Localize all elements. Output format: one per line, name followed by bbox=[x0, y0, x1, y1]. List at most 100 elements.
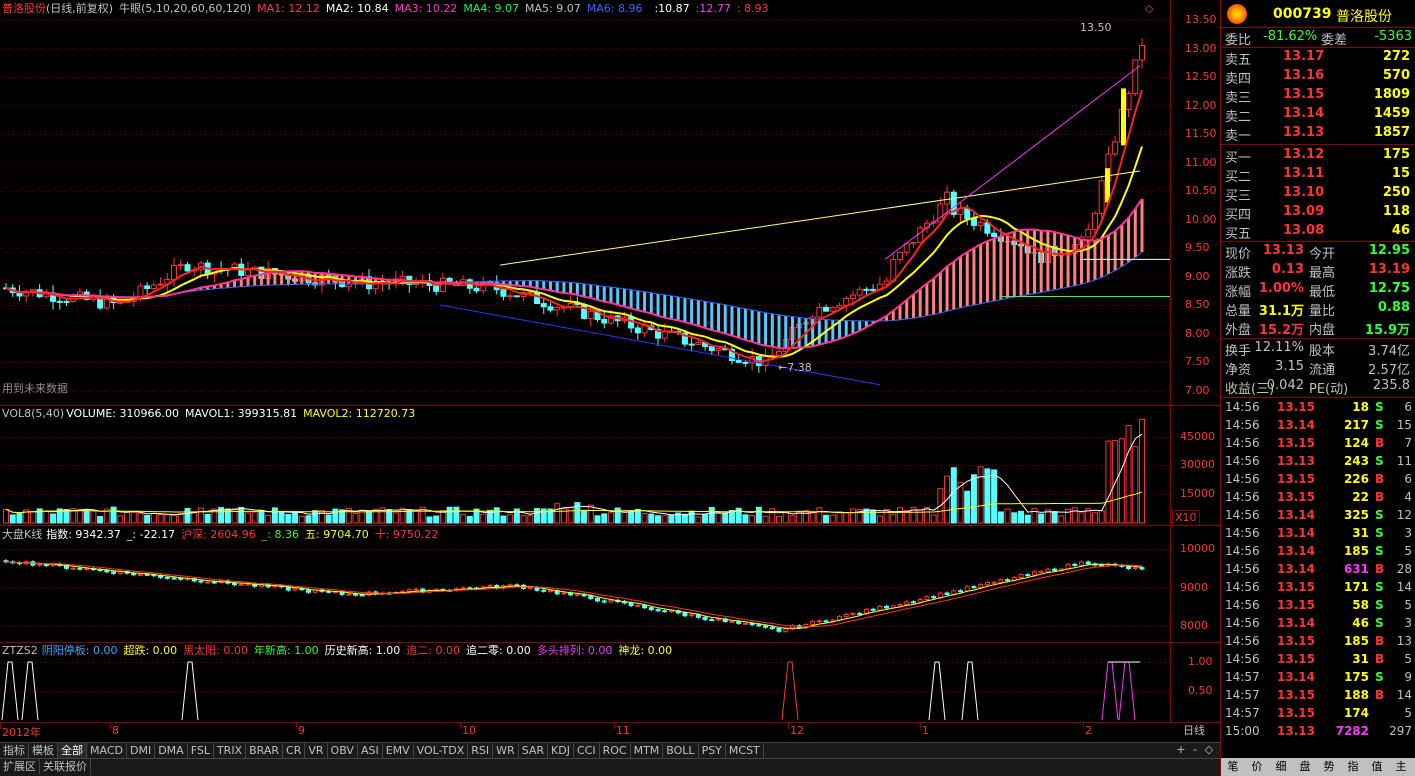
quote-tab[interactable]: 笔 bbox=[1221, 758, 1245, 776]
indicator-tab[interactable]: PSY bbox=[699, 743, 726, 759]
period-label[interactable]: 日线 bbox=[1183, 724, 1205, 738]
volume-bar bbox=[164, 514, 171, 524]
quote-tab[interactable]: 主 bbox=[1389, 758, 1413, 776]
candle-body bbox=[776, 351, 783, 356]
price-axis-label: 7.00 bbox=[1185, 383, 1210, 397]
tick-volume: 22 bbox=[1352, 490, 1369, 504]
quote-tab[interactable]: 细 bbox=[1269, 758, 1293, 776]
indicator-tab[interactable]: 指标 bbox=[0, 743, 29, 759]
index-candle-body bbox=[1139, 567, 1145, 570]
indicator-tab[interactable]: EMV bbox=[383, 743, 414, 759]
tick-time: 14:56 bbox=[1225, 454, 1260, 468]
indicator-tab[interactable]: KDJ bbox=[548, 743, 574, 759]
indicator-tab[interactable]: BRAR bbox=[246, 743, 284, 759]
index-candle-body bbox=[716, 618, 722, 621]
logo-icon bbox=[1227, 4, 1247, 24]
volume-bar bbox=[802, 510, 809, 524]
chart-area[interactable]: 普洛股份(日线,前复权) 牛眼(5,10,20,60,60,120) MA1: 12… bbox=[0, 0, 1220, 742]
indicator-tab[interactable]: CCI bbox=[574, 743, 600, 759]
zoom-button[interactable]: + bbox=[1174, 743, 1188, 756]
volume-bar bbox=[150, 512, 157, 524]
volume-bar bbox=[930, 514, 937, 524]
zoom-button[interactable]: ◇ bbox=[1202, 743, 1216, 756]
sell-row: 卖四 13.16 570 bbox=[1221, 67, 1415, 87]
volume-bar bbox=[607, 512, 614, 524]
volume-bar bbox=[769, 508, 776, 524]
indicator-tab[interactable]: 全部 bbox=[58, 743, 87, 759]
indicator-tab[interactable]: VR bbox=[305, 743, 328, 759]
volume-bar bbox=[90, 510, 97, 524]
price-chart[interactable] bbox=[0, 0, 1220, 742]
index-candle-body bbox=[588, 595, 594, 600]
volume-bar bbox=[843, 512, 850, 524]
volume-bar bbox=[426, 516, 433, 524]
signal-item: 神龙: 0.00 bbox=[618, 644, 673, 657]
indicator-tab[interactable]: SAR bbox=[519, 743, 549, 759]
indicator-tab[interactable]: FSL bbox=[188, 743, 214, 759]
index-axis-label: 8000 bbox=[1180, 619, 1208, 632]
signal-title: ZTZS2 bbox=[2, 644, 38, 657]
volume-bar bbox=[1004, 508, 1011, 524]
price-axis-label: 12.00 bbox=[1185, 98, 1217, 112]
candle-body bbox=[372, 283, 379, 290]
book-volume: 1857 bbox=[1373, 125, 1410, 140]
diff-value: -5363 bbox=[1374, 29, 1412, 44]
quote-tab[interactable]: 指 bbox=[1341, 758, 1365, 776]
stat-label: 股本 bbox=[1309, 344, 1336, 359]
indicator-tab[interactable]: MACD bbox=[87, 743, 127, 759]
tick-time: 14:56 bbox=[1225, 418, 1260, 432]
price-axis-label: 9.00 bbox=[1185, 269, 1210, 283]
limit-up-bar bbox=[1121, 88, 1126, 146]
book-volume: 118 bbox=[1382, 204, 1410, 219]
indicator-tab[interactable]: MCST bbox=[726, 743, 764, 759]
indicator-tab[interactable]: MTM bbox=[631, 743, 664, 759]
indicator-tab[interactable]: DMA bbox=[155, 743, 188, 759]
tick-count: 297 bbox=[1389, 724, 1412, 738]
tick-side: S bbox=[1375, 526, 1384, 540]
tick-time: 14:56 bbox=[1225, 526, 1260, 540]
tick-count: 3 bbox=[1404, 616, 1412, 630]
candle-body bbox=[507, 295, 514, 298]
candle-body bbox=[856, 288, 863, 296]
signal-item: 历史新高: 1.00 bbox=[324, 644, 401, 657]
stat-value: 3.74亿 bbox=[1368, 344, 1410, 359]
indicator-tab[interactable]: ASI bbox=[358, 743, 383, 759]
indicator-tab[interactable]: BOLL bbox=[663, 743, 699, 759]
book-volume: 1809 bbox=[1373, 87, 1410, 102]
indicator-tab[interactable]: CR bbox=[283, 743, 306, 759]
book-price: 13.10 bbox=[1283, 185, 1325, 200]
indicator-tab[interactable]: DMI bbox=[127, 743, 156, 759]
stat-label: 最低 bbox=[1309, 285, 1336, 300]
tick-row: 14:56 13.14 631 B 28 bbox=[1221, 561, 1415, 579]
index-candle-body bbox=[608, 599, 614, 603]
indicator-tab[interactable]: WR bbox=[493, 743, 519, 759]
tick-time: 14:56 bbox=[1225, 472, 1260, 486]
sell-row: 卖五 13.17 272 bbox=[1221, 48, 1415, 68]
stat-value: 13.13 bbox=[1262, 243, 1304, 258]
quote-tab[interactable]: 值 bbox=[1365, 758, 1389, 776]
stat-label: 今开 bbox=[1309, 247, 1336, 262]
bottom-tab[interactable]: 扩展区 bbox=[0, 759, 40, 775]
tick-time: 14:56 bbox=[1225, 580, 1260, 594]
index-candle-body bbox=[783, 628, 789, 632]
candle-body bbox=[184, 264, 191, 272]
volume-bar bbox=[648, 513, 655, 524]
index-candle-body bbox=[897, 604, 903, 607]
volume-bar bbox=[876, 515, 883, 524]
indicator-tab[interactable]: TRIX bbox=[214, 743, 247, 759]
zoom-button[interactable]: - bbox=[1188, 743, 1202, 756]
index-candle-body bbox=[527, 587, 533, 590]
bottom-tab[interactable]: 关联报价 bbox=[40, 759, 91, 775]
indicator-tab[interactable]: RSI bbox=[468, 743, 494, 759]
tick-count: 5 bbox=[1404, 652, 1412, 666]
tick-price: 13.15 bbox=[1277, 706, 1315, 720]
volume-bar bbox=[399, 507, 406, 524]
quote-tab[interactable]: 盘 bbox=[1293, 758, 1317, 776]
quote-tab[interactable]: 势 bbox=[1317, 758, 1341, 776]
quote-tab[interactable]: 价 bbox=[1245, 758, 1269, 776]
indicator-tab[interactable]: OBV bbox=[328, 743, 358, 759]
volume-bar bbox=[446, 506, 453, 524]
indicator-tab[interactable]: ROC bbox=[600, 743, 631, 759]
indicator-tab[interactable]: VOL-TDX bbox=[414, 743, 469, 759]
indicator-tab[interactable]: 模板 bbox=[29, 743, 58, 759]
